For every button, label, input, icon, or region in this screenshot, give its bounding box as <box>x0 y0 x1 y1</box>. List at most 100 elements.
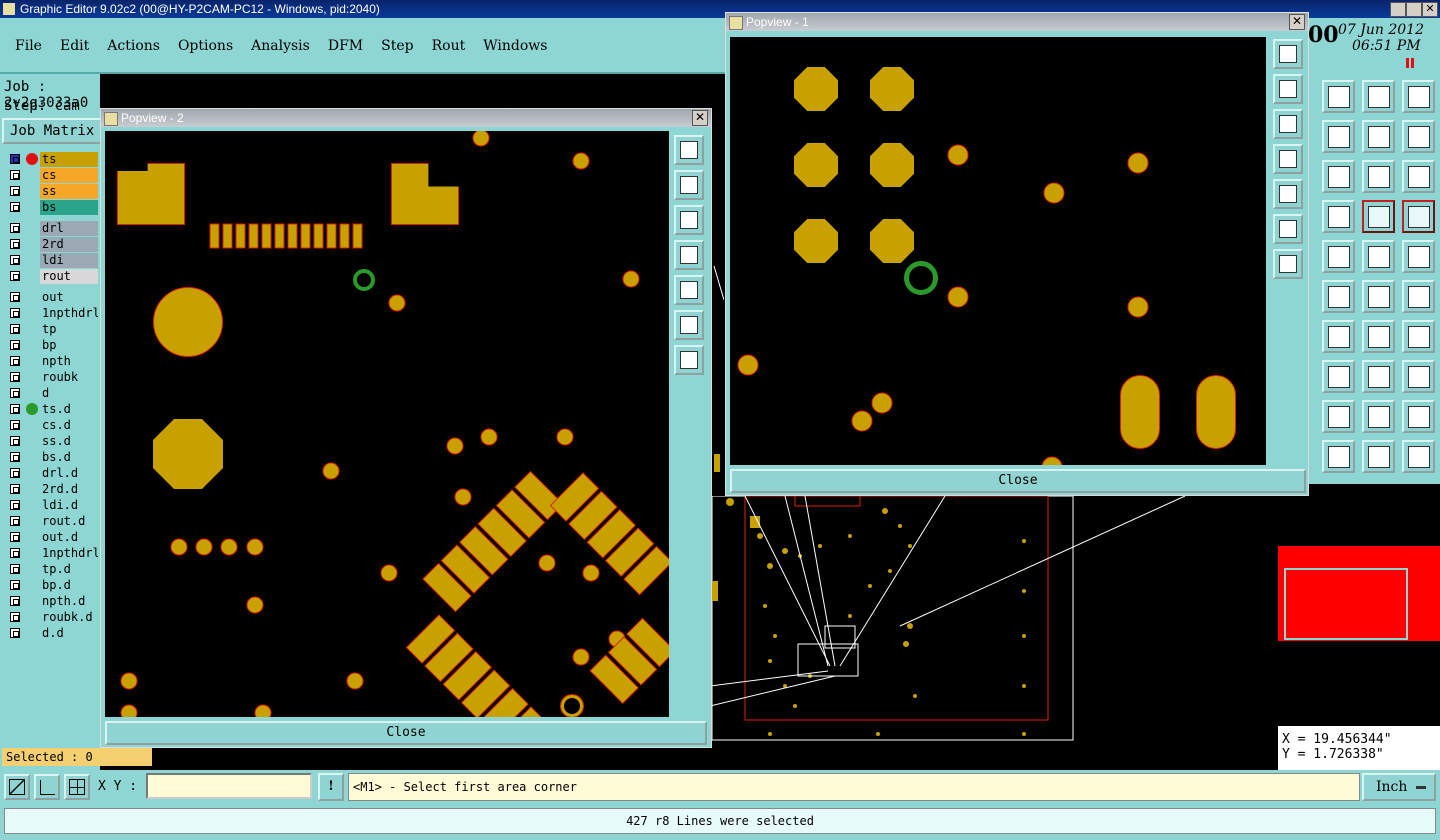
view-tool-button[interactable] <box>674 135 704 165</box>
tool-button-8-0[interactable] <box>1322 400 1355 433</box>
view-tool-button[interactable] <box>1273 144 1303 174</box>
layer-checkbox[interactable] <box>10 612 20 622</box>
layer-row-ldi.d[interactable]: ldi.d <box>6 498 98 514</box>
tool-button-5-1[interactable] <box>1362 280 1395 313</box>
layer-row-2rd[interactable]: 2rd <box>6 237 98 253</box>
layer-checkbox[interactable] <box>10 340 20 350</box>
overview-viewport[interactable] <box>1284 568 1408 640</box>
popview-1-close-button[interactable]: Close <box>730 469 1306 493</box>
tool-button-1-2[interactable] <box>1402 120 1435 153</box>
tool-button-0-0[interactable] <box>1322 80 1355 113</box>
menu-step[interactable]: Step <box>381 38 413 54</box>
layer-row-rout[interactable]: rout <box>6 269 98 285</box>
units-select[interactable]: Inch <box>1362 773 1436 801</box>
xy-input[interactable] <box>146 773 312 799</box>
layer-checkbox[interactable] <box>10 404 20 414</box>
layer-row-npth[interactable]: npth <box>6 354 98 370</box>
layer-checkbox[interactable] <box>10 292 20 302</box>
popview-1-titlebar[interactable]: Popview - 1 ✕ <box>726 13 1308 31</box>
tool-button-5-2[interactable] <box>1402 280 1435 313</box>
layer-checkbox[interactable] <box>10 372 20 382</box>
layer-row-tp.d[interactable]: tp.d <box>6 562 98 578</box>
menu-file[interactable]: File <box>15 38 42 54</box>
layer-checkbox[interactable] <box>10 324 20 334</box>
layer-checkbox[interactable] <box>10 452 20 462</box>
tool-button-9-0[interactable] <box>1322 440 1355 473</box>
layer-checkbox[interactable] <box>10 420 20 430</box>
view-tool-button[interactable] <box>674 170 704 200</box>
layer-checkbox[interactable] <box>10 564 20 574</box>
popview-1-canvas[interactable] <box>730 37 1266 465</box>
popview-2-titlebar[interactable]: Popview - 2 ✕ <box>101 109 711 127</box>
tool-button-1-0[interactable] <box>1322 120 1355 153</box>
view-tool-button[interactable] <box>674 310 704 340</box>
layer-checkbox[interactable] <box>10 154 20 164</box>
layer-row-1npthdrl[interactable]: 1npthdrl <box>6 546 98 562</box>
layer-row-rout.d[interactable]: rout.d <box>6 514 98 530</box>
layer-checkbox[interactable] <box>10 516 20 526</box>
layer-row-ts.d[interactable]: ts.d <box>6 402 98 418</box>
view-tool-button[interactable] <box>674 345 704 375</box>
layer-row-cs.d[interactable]: cs.d <box>6 418 98 434</box>
layer-row-drl[interactable]: drl <box>6 221 98 237</box>
layer-row-bp[interactable]: bp <box>6 338 98 354</box>
view-tool-button[interactable] <box>1273 249 1303 279</box>
layer-checkbox[interactable] <box>10 271 20 281</box>
tool-button-7-1[interactable] <box>1362 360 1395 393</box>
menu-actions[interactable]: Actions <box>107 38 160 54</box>
close-icon[interactable]: ✕ <box>1289 14 1305 30</box>
tool-button-4-1[interactable] <box>1362 240 1395 273</box>
layer-row-out[interactable]: out <box>6 290 98 306</box>
layer-checkbox[interactable] <box>10 239 20 249</box>
layer-checkbox[interactable] <box>10 468 20 478</box>
layer-row-roubk.d[interactable]: roubk.d <box>6 610 98 626</box>
layer-row-ss[interactable]: ss <box>6 184 98 200</box>
view-tool-button[interactable] <box>674 275 704 305</box>
layer-row-d.d[interactable]: d.d <box>6 626 98 642</box>
layer-checkbox[interactable] <box>10 170 20 180</box>
layer-row-out.d[interactable]: out.d <box>6 530 98 546</box>
layer-checkbox[interactable] <box>10 596 20 606</box>
layer-row-tp[interactable]: tp <box>6 322 98 338</box>
view-tool-button[interactable] <box>1273 109 1303 139</box>
minimize-button[interactable] <box>1390 2 1406 17</box>
layer-row-bs[interactable]: bs <box>6 200 98 216</box>
layer-checkbox[interactable] <box>10 532 20 542</box>
zoom-area-button[interactable] <box>4 774 30 800</box>
tool-button-8-1[interactable] <box>1362 400 1395 433</box>
tool-button-6-1[interactable] <box>1362 320 1395 353</box>
overview-map[interactable] <box>1278 496 1440 726</box>
layer-row-drl.d[interactable]: drl.d <box>6 466 98 482</box>
view-tool-button[interactable] <box>1273 74 1303 104</box>
tool-button-0-1[interactable] <box>1362 80 1395 113</box>
view-tool-button[interactable] <box>674 240 704 270</box>
view-tool-button[interactable] <box>1273 179 1303 209</box>
tool-button-5-0[interactable] <box>1322 280 1355 313</box>
tool-button-2-2[interactable] <box>1402 160 1435 193</box>
tool-button-7-2[interactable] <box>1402 360 1435 393</box>
tool-button-0-2[interactable] <box>1402 80 1435 113</box>
layer-row-d[interactable]: d <box>6 386 98 402</box>
layer-checkbox[interactable] <box>10 580 20 590</box>
layer-checkbox[interactable] <box>10 255 20 265</box>
tool-button-2-1[interactable] <box>1362 160 1395 193</box>
tool-button-3-1[interactable] <box>1362 200 1395 233</box>
tool-button-6-2[interactable] <box>1402 320 1435 353</box>
layer-row-cs[interactable]: cs <box>6 168 98 184</box>
menu-options[interactable]: Options <box>178 38 233 54</box>
layer-checkbox[interactable] <box>10 436 20 446</box>
tool-button-6-0[interactable] <box>1322 320 1355 353</box>
view-tool-button[interactable] <box>1273 39 1303 69</box>
layer-checkbox[interactable] <box>10 223 20 233</box>
layer-checkbox[interactable] <box>10 202 20 212</box>
tool-button-3-0[interactable] <box>1322 200 1355 233</box>
tool-button-4-2[interactable] <box>1402 240 1435 273</box>
view-tool-button[interactable] <box>674 205 704 235</box>
tool-button-7-0[interactable] <box>1322 360 1355 393</box>
menu-rout[interactable]: Rout <box>432 38 466 54</box>
layer-checkbox[interactable] <box>10 628 20 638</box>
close-icon[interactable]: ✕ <box>692 110 708 126</box>
menu-dfm[interactable]: DFM <box>328 38 363 54</box>
maximize-button[interactable] <box>1406 2 1422 17</box>
popview-2-close-button[interactable]: Close <box>105 721 707 745</box>
